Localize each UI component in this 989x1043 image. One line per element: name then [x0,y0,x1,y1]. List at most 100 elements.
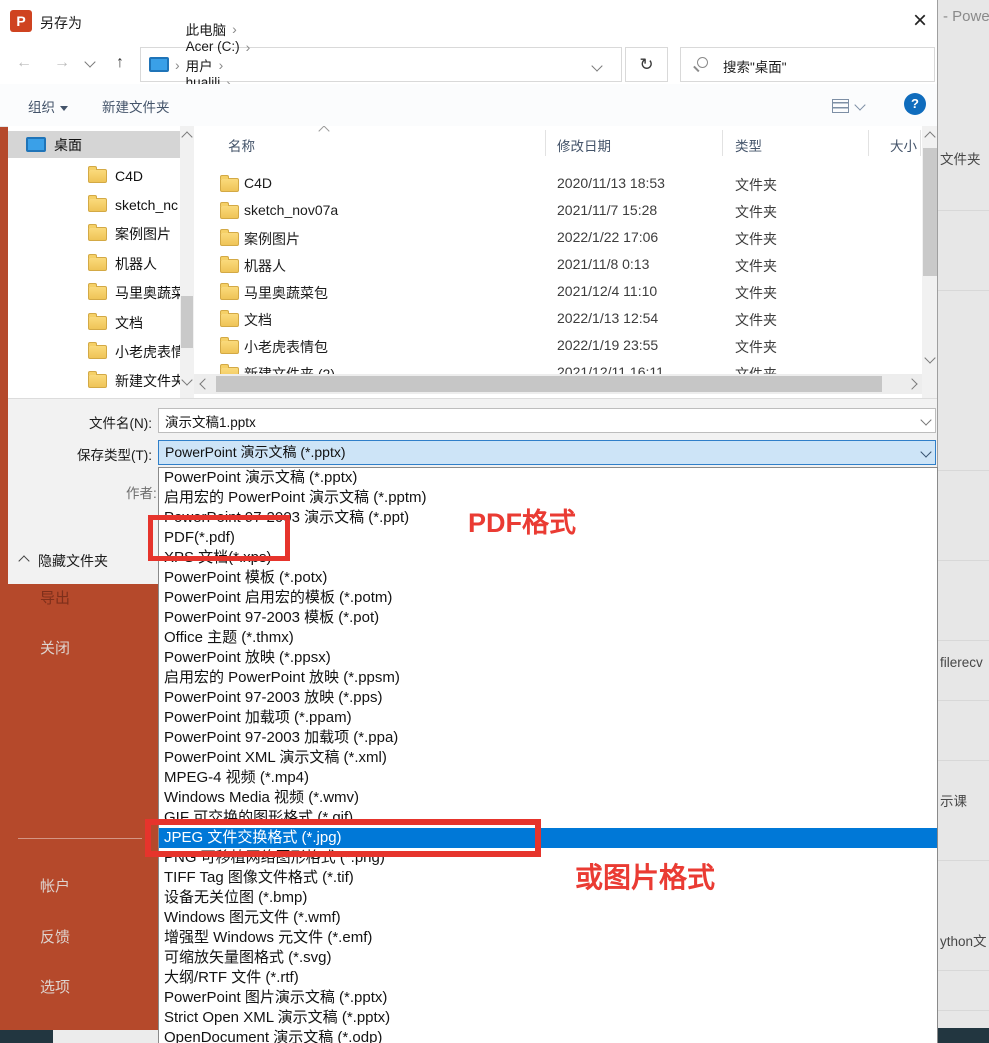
sidebar-scrollbar-thumb[interactable] [181,296,193,348]
savetype-option[interactable]: PowerPoint 97-2003 加载项 (*.ppa) [159,728,937,748]
file-list-horizontal-scrollbar[interactable] [194,374,922,394]
breadcrumb-dropdown-chevron-icon[interactable] [591,60,603,72]
column-divider[interactable] [868,130,869,156]
folder-icon [220,202,239,219]
view-mode-icon[interactable] [832,99,849,113]
savetype-option[interactable]: PowerPoint 加载项 (*.ppam) [159,708,937,728]
scroll-right-icon[interactable] [906,378,918,390]
folder-icon [220,256,239,273]
savetype-option[interactable]: 大纲/RTF 文件 (*.rtf) [159,968,937,988]
hide-folders-button[interactable]: 隐藏文件夹 [18,551,108,571]
forward-button[interactable]: → [50,51,74,75]
column-header-type[interactable]: 类型 [735,135,762,155]
column-divider[interactable] [722,130,723,156]
table-row[interactable]: 小老虎表情包 2022/1/19 23:55 文件夹 [194,332,922,359]
savetype-option[interactable]: Strict Open XML 演示文稿 (*.pptx) [159,1008,937,1028]
chevron-down-icon [60,105,68,111]
file-list-vertical-scrollbar[interactable] [922,126,938,398]
background-divider [938,290,989,291]
savetype-option[interactable]: TIFF Tag 图像文件格式 (*.tif) [159,868,937,888]
file-date: 2022/1/22 17:06 [557,229,659,245]
sidebar-item-folder[interactable]: C4D [8,161,180,190]
background-text-fragment: ython文 [940,934,987,949]
scroll-down-icon[interactable] [181,374,193,386]
table-row[interactable]: C4D 2020/11/13 18:53 文件夹 [194,170,922,197]
column-divider[interactable] [545,130,546,156]
scrollbar-thumb[interactable] [923,148,937,276]
savetype-option[interactable]: OpenDocument 演示文稿 (*.odp) [159,1028,937,1043]
breadcrumb-segment[interactable]: 用户 › [186,55,251,75]
browse-area: 桌面 C4D sketch_nc 案例图片 机器人 马里奥蔬菜 文档 小老虎表情… [8,126,938,398]
scroll-up-icon[interactable] [181,131,193,143]
table-row[interactable]: 机器人 2021/11/8 0:13 文件夹 [194,251,922,278]
filename-input[interactable] [158,408,936,433]
scroll-down-icon[interactable] [924,352,936,364]
savetype-option[interactable]: PowerPoint XML 演示文稿 (*.xml) [159,748,937,768]
savetype-option[interactable]: 启用宏的 PowerPoint 放映 (*.ppsm) [159,668,937,688]
file-type: 文件夹 [735,177,777,193]
backstage-item-close[interactable]: 关闭 [40,637,70,658]
column-header-date[interactable]: 修改日期 [557,135,611,155]
view-mode-chevron-icon[interactable] [854,99,866,111]
savetype-option[interactable]: Windows 图元文件 (*.wmf) [159,908,937,928]
column-header-name[interactable]: 名称 [228,135,255,155]
sidebar-item-folder[interactable]: 案例图片 [8,220,180,249]
sidebar-scrollbar[interactable] [180,126,194,398]
savetype-option[interactable]: 增强型 Windows 元文件 (*.emf) [159,928,937,948]
savetype-option[interactable]: Office 主题 (*.thmx) [159,628,937,648]
refresh-button[interactable]: ↻ [625,47,668,82]
taskbar-fragment [0,1030,53,1043]
command-toolbar: 组织 新建文件夹 ? [0,84,938,127]
file-type: 文件夹 [735,204,777,220]
background-text-fragment: 文件夹 [940,152,981,167]
column-divider[interactable] [920,130,921,156]
search-input[interactable]: 搜索"桌面" [680,47,935,82]
back-button[interactable]: ← [12,51,36,75]
breadcrumb[interactable]: › 此电脑 › Acer (C:) › 用户 › hualili › [140,21,622,110]
table-row[interactable]: 马里奥蔬菜包 2021/12/4 11:10 文件夹 [194,278,922,305]
scroll-left-icon[interactable] [199,378,211,390]
search-icon [697,57,708,68]
breadcrumb-segment[interactable]: 此电脑 › [186,19,251,39]
folder-icon [88,342,107,360]
column-header-size[interactable]: 大小 [890,135,917,155]
savetype-option[interactable]: PowerPoint 演示文稿 (*.pptx) [159,468,937,488]
table-row[interactable]: 文档 2022/1/13 12:54 文件夹 [194,305,922,332]
sidebar-item-folder[interactable]: 机器人 [8,249,180,278]
new-folder-button[interactable]: 新建文件夹 [102,96,170,116]
help-button[interactable]: ? [904,93,926,115]
savetype-option[interactable]: PowerPoint 97-2003 放映 (*.pps) [159,688,937,708]
organize-button[interactable]: 组织 [28,96,68,116]
backstage-item-feedback[interactable]: 反馈 [40,926,70,947]
savetype-option[interactable]: 可缩放矢量图格式 (*.svg) [159,948,937,968]
savetype-option[interactable]: PowerPoint 放映 (*.ppsx) [159,648,937,668]
file-name: 文档 [244,312,272,328]
savetype-option[interactable]: Windows Media 视频 (*.wmv) [159,788,937,808]
savetype-option[interactable]: PowerPoint 97-2003 模板 (*.pot) [159,608,937,628]
table-row[interactable]: 案例图片 2022/1/22 17:06 文件夹 [194,224,922,251]
backstage-item-export[interactable]: 导出 [40,587,70,608]
savetype-option[interactable]: 设备无关位图 (*.bmp) [159,888,937,908]
sidebar-item-folder[interactable]: 新建文件夹 [8,367,180,396]
up-button[interactable]: ↑ [108,51,132,75]
savetype-option[interactable]: MPEG-4 视频 (*.mp4) [159,768,937,788]
savetype-option[interactable]: PowerPoint 启用宏的模板 (*.potm) [159,588,937,608]
savetype-option[interactable]: PowerPoint 图片演示文稿 (*.pptx) [159,988,937,1008]
scrollbar-thumb[interactable] [216,376,882,392]
file-name: C4D [244,175,273,191]
backstage-item-options[interactable]: 选项 [40,976,70,997]
sidebar-item-folder[interactable]: 小老虎表情 [8,337,180,366]
savetype-option[interactable]: PowerPoint 模板 (*.potx) [159,568,937,588]
savetype-combobox[interactable]: PowerPoint 演示文稿 (*.pptx) [158,440,936,465]
table-row[interactable]: sketch_nov07a 2021/11/7 15:28 文件夹 [194,197,922,224]
breadcrumb-segment[interactable]: Acer (C:) › [186,39,251,55]
close-icon[interactable]: × [903,4,937,38]
backstage-item-account[interactable]: 帐户 [40,875,70,896]
scroll-up-icon[interactable] [924,131,936,143]
recent-locations-chevron-icon[interactable] [84,56,96,68]
sidebar-item-folder[interactable]: sketch_nc [8,190,180,219]
sidebar-item-desktop-selected[interactable]: 桌面 [8,131,180,158]
sidebar-item-folder[interactable]: 文档 [8,308,180,337]
sidebar-item-folder[interactable]: 马里奥蔬菜 [8,279,180,308]
file-type: 文件夹 [735,312,777,328]
